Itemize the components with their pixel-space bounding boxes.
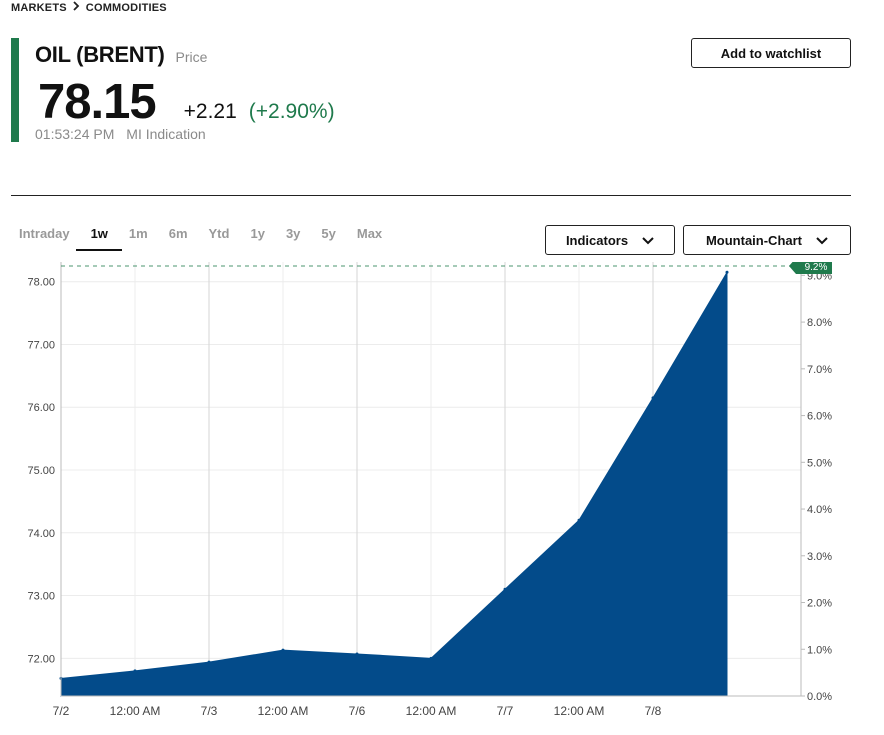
indicators-dropdown-label: Indicators	[565, 232, 629, 248]
quote-accent-bar	[11, 38, 19, 142]
y-tick-label-right: 1.0%	[807, 644, 832, 656]
breadcrumb-markets[interactable]: MARKETS	[11, 2, 67, 14]
y-tick-label-left: 74.00	[27, 528, 55, 540]
range-tab-6m[interactable]: 6m	[169, 226, 188, 247]
indicators-dropdown[interactable]: Indicators	[545, 225, 675, 255]
y-tick-label-right: 7.0%	[807, 364, 832, 376]
x-tick-label: 12:00 AM	[110, 704, 161, 718]
y-tick-label-right: 0.0%	[807, 691, 832, 703]
range-tab-ytd[interactable]: Ytd	[209, 226, 230, 247]
range-tab-1m[interactable]: 1m	[129, 226, 148, 247]
range-tab-5y[interactable]: 5y	[321, 226, 335, 247]
data-point[interactable]	[429, 656, 433, 660]
x-tick-label: 12:00 AM	[258, 704, 309, 718]
data-point[interactable]	[577, 518, 581, 522]
range-tab-1y[interactable]: 1y	[250, 226, 264, 247]
quote-time: 01:53:24 PM	[35, 126, 115, 142]
range-tab-1w[interactable]: 1w	[75, 226, 123, 251]
price-row: 78.15 +2.21 (+2.90%)	[38, 74, 335, 130]
price-mountain-chart[interactable]: 72.00 73.00 74.00 75.00 76.00 77.00 78.00 0.0% 1…	[0, 262, 884, 735]
data-point[interactable]	[207, 660, 211, 664]
price-change: +2.21	[183, 100, 237, 123]
breadcrumb: MARKETS COMMODITIES	[11, 1, 167, 14]
y-tick-label-right: 2.0%	[807, 598, 832, 610]
quote-timestamp: 01:53:24 PM MI Indication	[35, 126, 206, 142]
price-change-percent: (+2.90%)	[248, 100, 335, 123]
data-point[interactable]	[503, 587, 507, 591]
data-point[interactable]	[133, 669, 137, 673]
x-tick-label: 12:00 AM	[406, 704, 457, 718]
y-tick-label-left: 73.00	[27, 591, 55, 603]
x-tick-label: 7/3	[201, 704, 218, 718]
x-tick-label: 7/2	[53, 704, 70, 718]
y-tick-label-left: 77.00	[27, 339, 55, 351]
y-tick-label-right: 5.0%	[807, 457, 832, 469]
y-tick-label-left: 76.00	[27, 402, 55, 414]
chart-type-dropdown-label: Mountain-Chart	[705, 232, 803, 248]
data-point[interactable]	[355, 652, 359, 656]
range-tab-3y[interactable]: 3y	[286, 226, 300, 247]
data-point[interactable]	[281, 648, 285, 652]
data-point[interactable]	[725, 270, 729, 274]
range-tabs: Intraday 1w 1m 6m Ytd 1y 3y 5y Max	[19, 226, 403, 251]
chevron-right-icon	[73, 1, 80, 14]
chevron-down-icon	[642, 233, 654, 248]
y-tick-label-left: 72.00	[27, 653, 55, 665]
y-tick-label-right: 8.0%	[807, 317, 832, 329]
x-tick-label: 7/6	[349, 704, 366, 718]
data-point[interactable]	[651, 396, 655, 400]
quote-source: MI Indication	[126, 126, 206, 142]
instrument-subtitle: Price	[175, 49, 208, 65]
y-tick-label-left: 78.00	[27, 277, 55, 289]
x-tick-label: 7/8	[645, 704, 662, 718]
y-tick-label-right: 3.0%	[807, 551, 832, 563]
last-price: 78.15	[38, 75, 157, 129]
header-divider	[11, 195, 851, 196]
instrument-name: OIL (BRENT)	[35, 42, 165, 67]
breadcrumb-commodities[interactable]: COMMODITIES	[86, 2, 167, 14]
range-tab-intraday[interactable]: Intraday	[19, 226, 70, 247]
last-value-badge-label: 9.2%	[805, 262, 828, 273]
range-tab-max[interactable]: Max	[357, 226, 382, 247]
chevron-down-icon	[816, 233, 828, 248]
y-tick-label-left: 75.00	[27, 465, 55, 477]
x-tick-label: 12:00 AM	[554, 704, 605, 718]
chart-type-dropdown[interactable]: Mountain-Chart	[683, 225, 851, 255]
price-area-series[interactable]	[60, 270, 728, 697]
quote-header: OIL (BRENT) Price	[35, 42, 207, 68]
y-tick-label-right: 4.0%	[807, 504, 832, 516]
add-to-watchlist-button[interactable]: Add to watchlist	[691, 38, 851, 68]
x-tick-label: 7/7	[497, 704, 514, 718]
y-tick-label-right: 6.0%	[807, 411, 832, 423]
